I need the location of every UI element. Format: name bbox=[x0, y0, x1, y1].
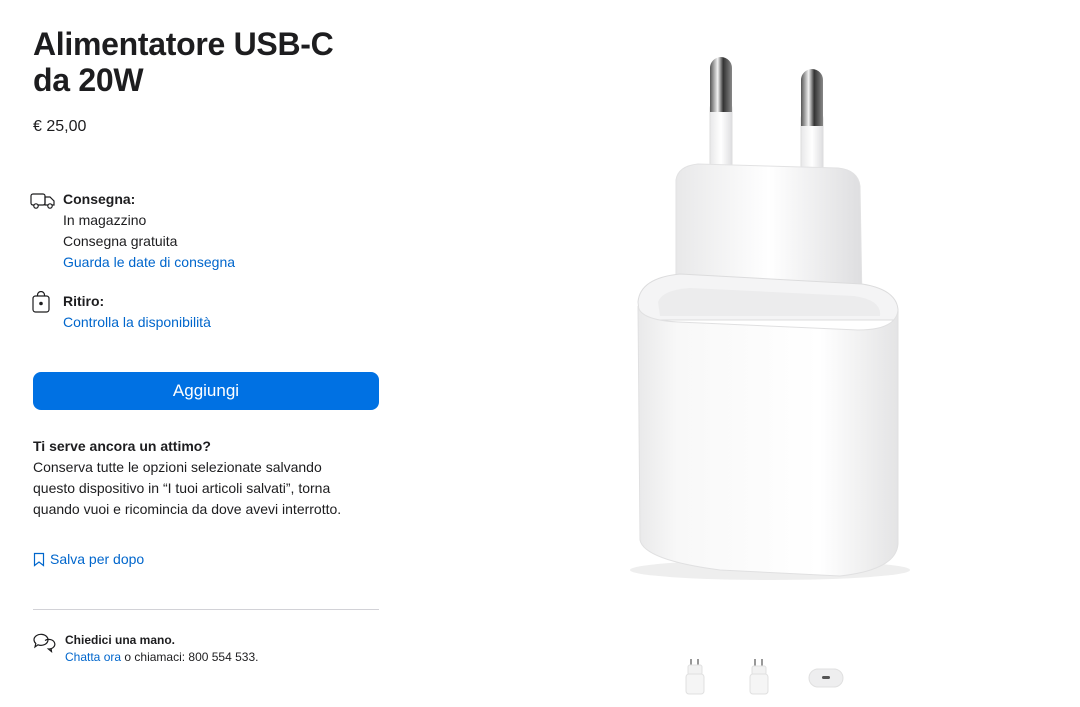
help-section: Chiedici una mano. Chatta ora o chiamaci… bbox=[32, 632, 258, 666]
charger-side-thumb[interactable] bbox=[748, 657, 770, 697]
save-for-later-link[interactable]: Salva per dopo bbox=[33, 551, 144, 567]
help-phone-text: o chiamaci: 800 554 533. bbox=[121, 650, 259, 664]
delivery-info: Consegna: In magazzino Consegna gratuita… bbox=[30, 189, 235, 273]
product-title-line2: da 20W bbox=[33, 62, 144, 98]
pickup-availability-link[interactable]: Controlla la disponibilità bbox=[63, 312, 211, 333]
save-heading: Ti serve ancora un attimo? bbox=[33, 438, 211, 454]
divider bbox=[33, 609, 379, 610]
help-label: Chiedici una mano. bbox=[65, 633, 176, 647]
gallery-thumbnails bbox=[670, 655, 870, 700]
product-image bbox=[630, 57, 910, 580]
save-for-later-section: Ti serve ancora un attimo? Conserva tutt… bbox=[33, 436, 363, 520]
chat-now-link[interactable]: Chatta ora bbox=[65, 650, 121, 664]
help-contact: Chatta ora o chiamaci: 800 554 533. bbox=[65, 649, 258, 666]
product-price: € 25,00 bbox=[33, 118, 87, 135]
truck-icon bbox=[30, 193, 55, 209]
delivery-label: Consegna: bbox=[63, 191, 136, 207]
save-body: Conserva tutte le opzioni selezionate sa… bbox=[33, 459, 342, 517]
product-title: Alimentatore USB-C da 20W bbox=[33, 26, 393, 98]
pickup-info: Ritiro: Controlla la disponibilità bbox=[30, 291, 211, 333]
shopping-bag-icon bbox=[32, 291, 50, 313]
charger-front-thumb[interactable] bbox=[684, 657, 706, 697]
pickup-label: Ritiro: bbox=[63, 293, 105, 309]
add-to-bag-button[interactable]: Aggiungi bbox=[33, 372, 379, 410]
bookmark-icon bbox=[33, 552, 45, 567]
delivery-stock: In magazzino bbox=[63, 212, 147, 228]
usb-c-port-thumb[interactable] bbox=[808, 667, 844, 689]
delivery-dates-link[interactable]: Guarda le date di consegna bbox=[63, 252, 235, 273]
delivery-shipping: Consegna gratuita bbox=[63, 233, 178, 249]
save-link-label: Salva per dopo bbox=[50, 551, 145, 567]
chat-bubbles-icon bbox=[33, 633, 56, 653]
product-title-line1: Alimentatore USB-C bbox=[33, 26, 334, 62]
